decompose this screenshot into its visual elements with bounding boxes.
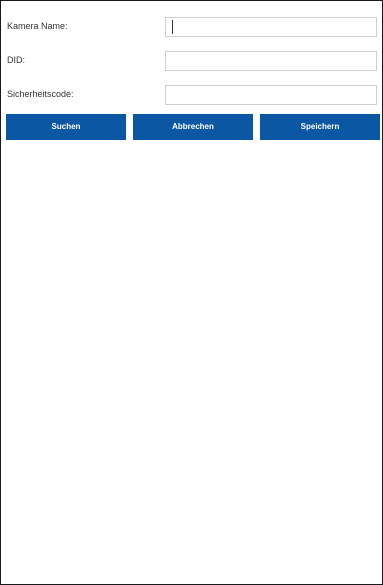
camera-name-row: Kamera Name: <box>7 17 379 39</box>
camera-name-input[interactable] <box>165 17 377 37</box>
camera-form-screen: Kamera Name: DID: Sicherheitscode: Suche… <box>0 0 383 585</box>
did-label: DID: <box>7 55 25 65</box>
search-button[interactable]: Suchen <box>6 114 126 140</box>
camera-name-label: Kamera Name: <box>7 21 68 31</box>
cancel-button[interactable]: Abbrechen <box>133 114 253 140</box>
did-input[interactable] <box>165 51 377 71</box>
text-cursor <box>172 20 173 34</box>
did-row: DID: <box>7 51 379 73</box>
action-button-bar: Suchen Abbrechen Speichern <box>6 114 380 140</box>
security-code-row: Sicherheitscode: <box>7 85 379 107</box>
security-code-input[interactable] <box>165 85 377 105</box>
save-button[interactable]: Speichern <box>260 114 380 140</box>
security-code-label: Sicherheitscode: <box>7 89 74 99</box>
